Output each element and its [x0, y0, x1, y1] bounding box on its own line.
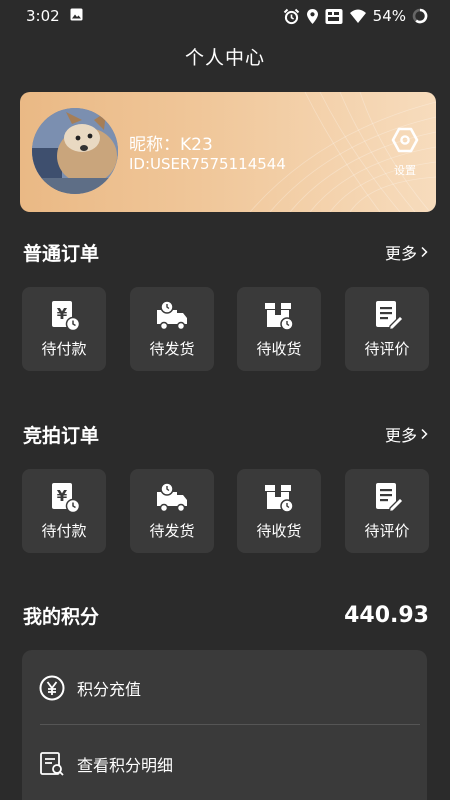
location-icon	[306, 8, 319, 25]
chevron-right-icon	[421, 428, 428, 440]
nickname: 昵称：K23	[129, 135, 213, 155]
auction-order-pending-shipment[interactable]: 待发货	[130, 469, 214, 553]
tile-label: 待发货	[149, 522, 195, 540]
more-label: 更多	[384, 426, 417, 445]
svg-text:¥: ¥	[57, 305, 68, 323]
points-title: 我的积分	[23, 606, 100, 628]
points-panel: 积分充值 查看积分明细	[22, 650, 427, 800]
auction-orders-title: 竞拍订单	[23, 425, 100, 447]
pending-review-icon	[376, 301, 404, 331]
auction-orders-grid: ¥ 待付款 待发货 待收货 待评价	[22, 469, 429, 553]
points-detail-label: 查看积分明细	[77, 755, 174, 775]
points-recharge-label: 积分充值	[77, 679, 142, 699]
auction-orders-more-link[interactable]: 更多	[385, 422, 428, 446]
normal-order-pending-review[interactable]: 待评价	[345, 287, 429, 371]
chevron-right-icon	[421, 246, 428, 258]
tile-label: 待付款	[41, 340, 87, 358]
points-balance: 440.93	[344, 603, 429, 628]
tile-label: 待评价	[364, 340, 410, 358]
normal-order-pending-receipt[interactable]: 待收货	[237, 287, 321, 371]
normal-orders-title: 普通订单	[23, 243, 100, 265]
points-detail-icon	[40, 751, 64, 776]
auction-order-pending-payment[interactable]: ¥ 待付款	[22, 469, 106, 553]
status-bar: 3:02 54%	[0, 0, 450, 32]
settings-hex-icon	[391, 127, 419, 153]
points-detail-row[interactable]: 查看积分明细	[22, 726, 427, 800]
pending-receipt-icon	[265, 485, 294, 513]
settings-button[interactable]: 设置	[388, 126, 422, 178]
tile-label: 待收货	[256, 522, 302, 540]
alarm-icon	[283, 8, 300, 25]
yen-circle-icon	[39, 675, 65, 700]
volte-icon	[325, 8, 343, 25]
battery-percent: 54%	[372, 7, 406, 25]
wifi-icon	[349, 8, 367, 24]
normal-orders-grid: ¥ 待付款 待发货 待收货 待评价	[22, 287, 429, 371]
normal-order-pending-payment[interactable]: ¥ 待付款	[22, 287, 106, 371]
tile-label: 待发货	[149, 340, 195, 358]
tile-label: 待收货	[256, 340, 302, 358]
divider	[40, 724, 420, 725]
pending-review-icon	[376, 483, 404, 513]
user-id: ID:USER7575114544	[129, 155, 286, 173]
normal-orders-more-link[interactable]: 更多	[385, 240, 428, 264]
pending-payment-icon: ¥	[52, 301, 81, 332]
pending-shipment-icon	[157, 300, 187, 331]
tile-label: 待付款	[41, 522, 87, 540]
tile-label: 待评价	[364, 522, 410, 540]
profile-card[interactable]: 昵称：K23 ID:USER7575114544 设置	[20, 92, 436, 212]
pending-shipment-icon	[157, 482, 187, 513]
status-time: 3:02	[26, 7, 60, 25]
pending-payment-icon: ¥	[52, 483, 81, 514]
auction-order-pending-receipt[interactable]: 待收货	[237, 469, 321, 553]
normal-order-pending-shipment[interactable]: 待发货	[130, 287, 214, 371]
auction-order-pending-review[interactable]: 待评价	[345, 469, 429, 553]
settings-label: 设置	[394, 164, 416, 177]
more-label: 更多	[384, 244, 417, 263]
battery-icon	[412, 8, 428, 24]
svg-text:¥: ¥	[57, 487, 68, 505]
image-icon	[70, 7, 83, 25]
pending-receipt-icon	[265, 303, 294, 331]
points-recharge-row[interactable]: 积分充值	[22, 650, 427, 725]
page-title: 个人中心	[184, 47, 265, 69]
avatar[interactable]	[32, 108, 118, 194]
